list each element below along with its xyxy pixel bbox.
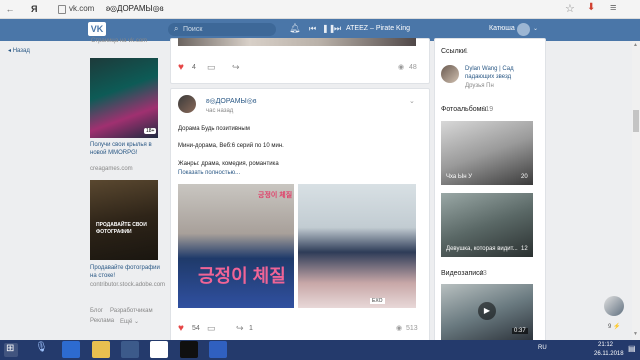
post-photo[interactable] [178, 184, 294, 308]
disk-app-icon[interactable] [209, 341, 227, 358]
post-text-line: Мини-дорама, Веб:6 серий по 10 мин. [178, 143, 284, 149]
yandex-app-icon[interactable] [150, 341, 168, 358]
footer-link-ads[interactable]: Реклама [90, 318, 114, 324]
download-icon[interactable]: ⬇ [587, 2, 595, 13]
scroll-up-icon[interactable]: ▲ [633, 42, 638, 48]
back-link-label: Назад [12, 48, 30, 54]
floating-badge: 9 ⚡ [608, 324, 621, 330]
albums-title[interactable]: Фотоальбомы [441, 106, 486, 113]
post-text-line: Дорама Будь позитивным [178, 126, 250, 132]
photo-badge: EXO [370, 298, 385, 304]
link-avatar[interactable] [441, 65, 459, 83]
bell-icon[interactable]: 🔔︎ [289, 23, 300, 34]
videos-count: 43 [479, 270, 487, 277]
browser-menu-icon[interactable]: ≡ [610, 2, 616, 14]
back-link[interactable]: ◂ Назад [8, 47, 30, 54]
age-badge: 18+ [144, 128, 157, 134]
notification-icon[interactable]: ▤ [628, 344, 636, 353]
comment-icon[interactable]: ▭ [207, 323, 216, 334]
album-label: Девушка, которая видит... [446, 246, 518, 252]
ad-image-text: ПРОДАВАЙТЕ СВОИ ФОТОГРАФИИ [96, 222, 147, 235]
videos-title[interactable]: Видеозаписи [441, 270, 484, 277]
footer-link-blog[interactable]: Блог [90, 308, 103, 314]
view-count: 513 [406, 325, 418, 332]
eye-icon: ◉ [398, 64, 405, 71]
show-more-link[interactable]: Показать полностью... [178, 170, 240, 176]
like-count: 54 [192, 325, 200, 332]
ad-caption: Страница на vk.com [91, 38, 148, 44]
back-arrow-icon[interactable]: ← [4, 3, 16, 15]
next-track-icon[interactable]: ⏭︎ [334, 24, 341, 34]
floating-avatar[interactable] [604, 296, 624, 316]
clock-date[interactable]: 26.11.2018 [594, 351, 624, 357]
album-label: Чха Ын У [446, 174, 473, 180]
links-title[interactable]: Ссылки [441, 48, 466, 55]
footer-link-more[interactable]: Ещё ⌄ [120, 318, 139, 325]
folder-app-icon[interactable] [92, 341, 110, 358]
links-count: 1 [464, 48, 468, 55]
ad-domain: creagames.com [90, 166, 133, 172]
star-app-icon[interactable] [180, 341, 198, 358]
post-text-line: Жанры: драма, комедия, романтика [178, 161, 279, 167]
player-track-title[interactable]: ATEEZ – Pirate King [346, 25, 410, 32]
post-author[interactable]: ʚ◎ДОРАМЫ◎ɞ [206, 97, 256, 105]
bookmark-star-icon[interactable]: ☆ [565, 2, 575, 15]
chevron-down-icon[interactable]: ⌄ [409, 97, 415, 105]
language-indicator[interactable]: RU [538, 345, 547, 351]
play-icon[interactable]: ▶ [478, 302, 496, 320]
media-app-icon[interactable] [121, 341, 139, 358]
poster-title: 긍정이 체질 [198, 266, 286, 286]
ad-image-photos[interactable] [90, 180, 158, 260]
address-bar-title[interactable]: ʚ◎ДОРАМЫ◎ɞ [106, 4, 164, 13]
yandex-logo-icon[interactable]: Я [31, 3, 39, 15]
user-name[interactable]: Катюша [489, 25, 515, 32]
post-image[interactable] [178, 38, 416, 46]
video-duration: 0:37 [512, 328, 528, 334]
heart-icon[interactable]: ♥ [178, 62, 184, 73]
album-count: 12 [521, 246, 528, 252]
link-subtitle: Друзья Пн [465, 83, 494, 89]
footer-link-developers[interactable]: Разработчикам [110, 308, 153, 314]
ad-image-wings[interactable] [90, 58, 158, 138]
scrollbar-thumb[interactable] [633, 110, 639, 132]
poster-title-small: 긍정이 체질 [258, 192, 293, 199]
like-count: 4 [192, 64, 196, 71]
clock-time[interactable]: 21:12 [598, 342, 613, 348]
mic-icon[interactable]: 🎙︎ [35, 342, 48, 353]
albums-count: 119 [482, 106, 494, 113]
browser-toolbar [0, 0, 640, 19]
ad-domain: contributor.stock.adobe.com [90, 282, 166, 288]
user-avatar[interactable] [517, 23, 530, 36]
share-count: 1 [249, 325, 253, 332]
album-count: 20 [521, 174, 528, 180]
search-input[interactable] [183, 23, 273, 36]
ie-app-icon[interactable] [62, 341, 80, 358]
link-title[interactable]: Dylan Wang | Сад падающих звезд [465, 65, 537, 81]
post-time[interactable]: час назад [206, 108, 233, 114]
windows-icon[interactable]: ⊞ [6, 343, 14, 354]
post-photo[interactable] [298, 184, 416, 308]
search-icon: ⌕ [174, 24, 179, 33]
eye-icon: ◉ [396, 325, 403, 332]
scroll-down-icon[interactable]: ▼ [633, 331, 638, 337]
share-icon[interactable]: ↪ [236, 323, 244, 334]
heart-icon[interactable]: ♥ [178, 323, 184, 334]
ad-title[interactable]: Продавайте фотографии на стоке! [90, 264, 162, 280]
address-bar-domain[interactable]: vk.com [69, 4, 94, 13]
post-author-avatar[interactable] [178, 95, 196, 113]
vk-logo[interactable]: VK [88, 22, 106, 36]
scrollbar[interactable] [632, 41, 640, 340]
ad-title[interactable]: Получи свои крылья в новой MMORPG! [90, 141, 162, 157]
share-icon[interactable]: ↪ [232, 62, 240, 73]
lock-icon [58, 5, 66, 14]
prev-track-icon[interactable]: ⏮︎ [309, 24, 316, 34]
chevron-down-icon[interactable]: ⌄ [533, 25, 538, 32]
view-count: 48 [409, 64, 417, 71]
comment-icon[interactable]: ▭ [207, 62, 216, 73]
